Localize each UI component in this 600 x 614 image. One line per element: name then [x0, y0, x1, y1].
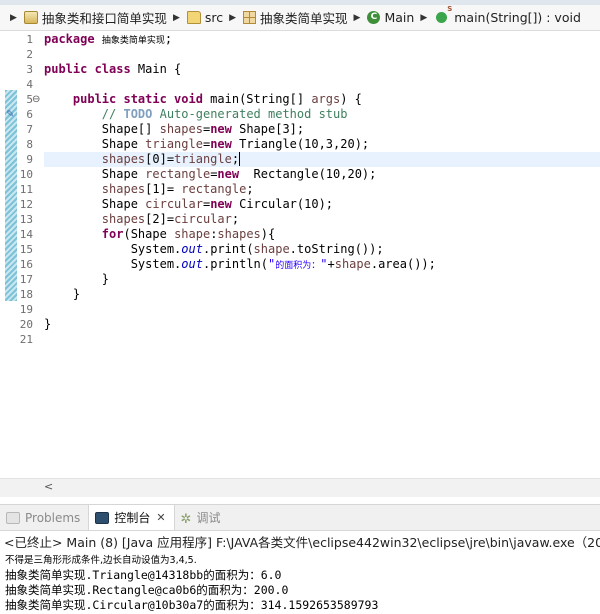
horizontal-scrollbar[interactable]: <	[0, 478, 600, 497]
breadcrumb-package[interactable]: 抽象类简单实现	[243, 8, 348, 27]
code-line: Shape triangle=new Triangle(10,3,20);	[44, 137, 370, 151]
code-line: System.out.println("的面积为："+shape.area())…	[44, 257, 436, 271]
console-output-line: 抽象类简单实现.Triangle@14318bb的面积为：6.0	[5, 568, 282, 582]
static-method-icon	[436, 5, 452, 23]
breadcrumb-method[interactable]: main(String[]) : void	[434, 5, 581, 25]
console-process-label: <已终止> Main (8) [Java 应用程序] F:\JAVA各类文件\e…	[4, 535, 600, 550]
console-output-line: 抽象类简单实现.Circular@10b30a7的面积为：314.1592653…	[5, 598, 379, 612]
code-line: public class Main {	[44, 62, 182, 76]
code-line: // TODO Auto-generated method stub	[101, 107, 348, 121]
code-line: shapes[1]= rectangle;	[101, 182, 254, 196]
code-line: public static void main(String[] args) {	[72, 92, 362, 106]
chevron-right-icon[interactable]: ▶	[420, 13, 427, 23]
package-icon	[243, 11, 257, 24]
chevron-right-icon[interactable]: ▶	[354, 13, 361, 23]
problems-icon	[6, 511, 20, 524]
chevron-right-icon[interactable]: ▶	[229, 13, 236, 23]
package-icon	[23, 11, 38, 24]
console-output-line: 不得是三角形形成条件,边长自动设值为3,4,5.	[5, 555, 197, 566]
code-line: shapes[2]=circular;	[101, 212, 240, 226]
breadcrumb-folder[interactable]: src	[186, 10, 223, 25]
tab-console[interactable]: 控制台 ✕	[88, 505, 175, 530]
close-icon[interactable]: ✕	[156, 511, 165, 524]
code-line: Shape circular=new Circular(10);	[44, 197, 334, 211]
code-line: package 抽象类简单实现;	[44, 32, 173, 46]
debug-icon: ✲	[180, 511, 192, 527]
task-marker-icon[interactable]: ✎	[6, 107, 14, 122]
bottom-panel-tabs: Problems 控制台 ✕ ✲ 调试	[0, 504, 600, 531]
code-line: Shape[] shapes=new Shape[3];	[44, 122, 305, 136]
tab-problems[interactable]: Problems	[0, 505, 88, 530]
scroll-left-icon[interactable]: <	[44, 480, 53, 493]
code-editor[interactable]: 1 2 3 4 5 6 7 8 9 10 11 12 13 14 15 16 1…	[0, 31, 600, 497]
breadcrumb-project[interactable]: 抽象类和接口简单实现	[23, 8, 167, 27]
code-line: }	[44, 317, 52, 331]
code-line: System.out.print(shape.toString());	[44, 242, 384, 256]
code-line: }	[44, 272, 110, 286]
class-icon: C	[367, 11, 381, 24]
source-folder-icon	[186, 11, 201, 24]
code-line: for(Shape shape:shapes){	[101, 227, 276, 241]
console-output-line: 抽象类简单实现.Rectangle@ca0b6的面积为：200.0	[5, 583, 289, 597]
tab-debug[interactable]: ✲ 调试	[175, 505, 229, 530]
chevron-right-icon[interactable]: ▶	[10, 13, 17, 23]
fold-collapse-icon[interactable]: ⊖	[32, 92, 40, 107]
console-icon	[95, 511, 110, 524]
code-line: shapes[0]=triangle;	[101, 152, 241, 166]
breadcrumb-class[interactable]: C Main	[367, 10, 414, 25]
chevron-right-icon[interactable]: ▶	[173, 13, 180, 23]
code-line: }	[44, 287, 81, 301]
code-line: Shape rectangle=new Rectangle(10,20);	[44, 167, 377, 181]
breadcrumb: ▶ 抽象类和接口简单实现 ▶ src ▶ 抽象类简单实现 ▶ C Main ▶ …	[0, 5, 600, 31]
source-code[interactable]: package 抽象类简单实现; public class Main { pub…	[44, 31, 600, 481]
